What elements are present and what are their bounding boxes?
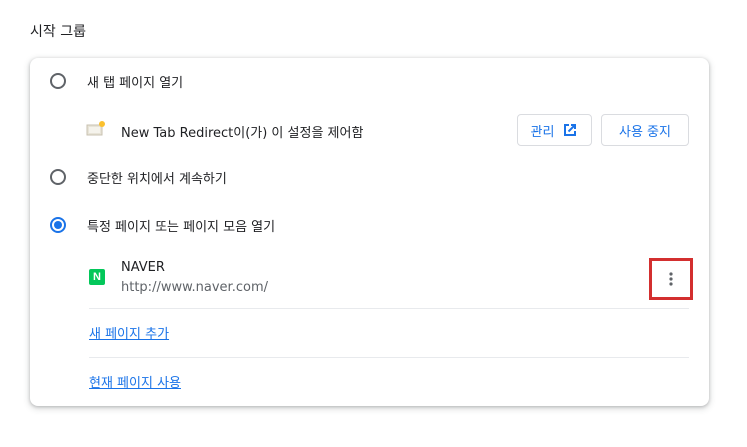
more-vert-icon xyxy=(669,272,673,286)
extension-control-text: New Tab Redirect이(가) 이 설정을 제어함 xyxy=(121,126,364,141)
radio-option-specific-pages[interactable]: 특정 페이지 또는 페이지 모음 열기 xyxy=(30,211,709,239)
manage-button-label: 관리 xyxy=(530,124,555,140)
disable-extension-button[interactable]: 사용 중지 xyxy=(601,114,689,146)
open-in-new-icon xyxy=(564,124,577,136)
radio-label: 새 탭 페이지 열기 xyxy=(87,75,184,91)
use-current-pages-link[interactable]: 현재 페이지 사용 xyxy=(89,372,181,391)
naver-favicon-icon: N xyxy=(89,269,105,285)
startup-settings-card: 새 탭 페이지 열기 New Tab Redirect이(가) 이 설정을 제어… xyxy=(30,58,709,406)
radio-option-continue[interactable]: 중단한 위치에서 계속하기 xyxy=(30,163,709,191)
radio-button[interactable] xyxy=(50,73,66,89)
radio-label: 중단한 위치에서 계속하기 xyxy=(87,171,227,187)
radio-button-checked[interactable] xyxy=(50,217,66,233)
radio-option-new-tab[interactable]: 새 탭 페이지 열기 xyxy=(30,67,709,95)
radio-label: 특정 페이지 또는 페이지 모음 열기 xyxy=(87,219,276,235)
manage-extension-button[interactable]: 관리 xyxy=(517,114,592,146)
page-url: http://www.naver.com/ xyxy=(121,280,268,295)
extension-puzzle-icon xyxy=(86,121,105,136)
divider xyxy=(89,308,689,309)
section-title: 시작 그룹 xyxy=(30,24,86,40)
radio-button[interactable] xyxy=(50,169,66,185)
more-actions-button[interactable] xyxy=(649,258,693,300)
startup-page-entry: N NAVER http://www.naver.com/ xyxy=(30,256,709,306)
divider xyxy=(89,357,689,358)
extension-control-row: New Tab Redirect이(가) 이 설정을 제어함 관리 사용 중지 xyxy=(30,114,709,148)
page-name: NAVER xyxy=(121,260,165,275)
add-new-page-link[interactable]: 새 페이지 추가 xyxy=(89,323,169,342)
